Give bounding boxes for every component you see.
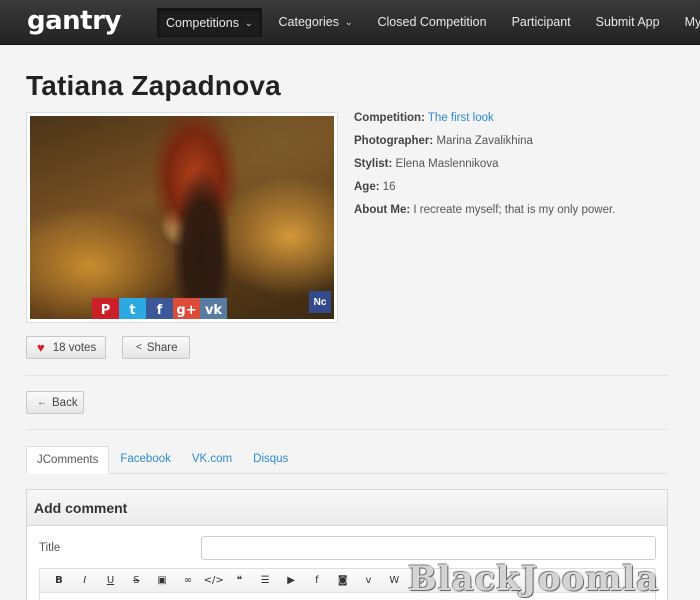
social-share-strip: Pt f g+ vk — [92, 298, 227, 319]
about-label: About Me: — [354, 204, 411, 216]
photographer-value: Marina Zavalikhina — [436, 135, 533, 147]
instagram-icon[interactable]: ◙ — [330, 575, 356, 586]
nav-item-my-apps[interactable]: My Apps — [677, 8, 700, 37]
age-label: Age: — [354, 181, 380, 193]
about-row: About Me: I recreate myself; that is my … — [354, 204, 684, 217]
link-icon[interactable]: ∞ — [175, 575, 201, 586]
arrow-left-icon: ← — [37, 397, 47, 408]
share-label: Share — [146, 341, 178, 354]
nav-item-label: Submit App — [595, 15, 660, 29]
nav-item-label: My Apps — [684, 15, 700, 29]
strikethrough-icon[interactable]: S — [123, 575, 149, 586]
competition-link[interactable]: The first look — [428, 112, 494, 124]
underline-icon[interactable]: U — [98, 575, 124, 586]
nav-item-label: Participant — [511, 15, 571, 29]
nav-item-closed-competition[interactable]: Closed Competition — [370, 8, 495, 37]
vote-count: 18 votes — [52, 341, 97, 354]
code-icon[interactable]: </> — [201, 575, 227, 586]
photographer-row: Photographer: Marina Zavalikhina — [354, 135, 684, 148]
contestant-photo[interactable]: Pt f g+ vk Nc — [30, 116, 334, 319]
add-comment-panel: Add comment Title B I U S ▣ ∞ </> ❝ ☰ ▶ f ◙ v W ☺ — [26, 489, 668, 600]
chevron-down-icon: ⌄ — [344, 17, 353, 28]
nc-badge[interactable]: Nc — [309, 291, 331, 313]
photo-frame: Pt f g+ vk Nc — [26, 112, 338, 323]
facebook-icon[interactable]: f — [304, 575, 330, 586]
vimeo-icon[interactable]: v — [356, 575, 382, 586]
tab-disqus[interactable]: Disqus — [243, 446, 298, 474]
nav-item-label: Closed Competition — [377, 15, 487, 29]
youtube-icon[interactable]: ▶ — [278, 575, 304, 586]
facebook-icon[interactable]: f — [146, 298, 173, 319]
smiley-icon[interactable]: ☺ — [407, 575, 433, 586]
twitter-icon[interactable]: t — [119, 298, 146, 319]
nav-item-label: Competitions — [166, 16, 239, 30]
back-label: Back — [52, 396, 78, 409]
competition-row: Competition: The first look — [354, 112, 684, 125]
divider — [26, 375, 668, 376]
share-button[interactable]: < Share — [122, 336, 190, 359]
nav-item-competitions[interactable]: Competitions ⌄ — [157, 8, 262, 37]
comment-editor[interactable]: B I U S ▣ ∞ </> ❝ ☰ ▶ f ◙ v W ☺ — [39, 568, 656, 600]
quote-icon[interactable]: ❝ — [227, 575, 253, 586]
back-button[interactable]: ← Back — [26, 391, 84, 414]
site-logo[interactable]: gantry — [27, 6, 121, 36]
about-value: I recreate myself; that is my only power… — [413, 204, 616, 216]
google-plus-icon[interactable]: g+ — [173, 298, 200, 319]
top-navbar: gantry Competitions ⌄ Categories ⌄ Closed Co… — [0, 0, 700, 45]
age-row: Age: 16 — [354, 181, 684, 194]
main-nav: Competitions ⌄ Categories ⌄ Closed Competiti… — [157, 8, 700, 37]
vk-icon[interactable]: vk — [200, 298, 227, 319]
stylist-label: Stylist: — [354, 158, 393, 170]
nav-item-categories[interactable]: Categories ⌄ — [271, 8, 361, 37]
italic-icon[interactable]: I — [72, 575, 98, 586]
page-title: Tatiana Zapadnova — [26, 70, 281, 101]
list-icon[interactable]: ☰ — [252, 575, 278, 586]
bold-icon[interactable]: B — [46, 575, 72, 586]
wiki-icon[interactable]: W — [381, 575, 407, 586]
editor-toolbar: B I U S ▣ ∞ </> ❝ ☰ ▶ f ◙ v W ☺ — [40, 569, 655, 593]
tab-vk-com[interactable]: VK.com — [182, 446, 242, 474]
comment-title-input[interactable] — [201, 536, 656, 560]
chevron-down-icon: ⌄ — [244, 18, 253, 29]
tab-jcomments[interactable]: JComments — [26, 446, 110, 474]
stylist-value: Elena Maslennikova — [395, 158, 499, 170]
photographer-label: Photographer: — [354, 135, 434, 147]
tab-facebook[interactable]: Facebook — [110, 446, 181, 474]
title-label: Title — [39, 542, 61, 554]
add-comment-heading: Add comment — [27, 490, 667, 526]
nav-item-label: Categories — [278, 15, 339, 29]
age-value: 16 — [382, 181, 396, 193]
divider — [26, 429, 668, 430]
contestant-details: Competition: The first look Photographer… — [354, 112, 684, 227]
heart-icon: ♥ — [37, 340, 45, 355]
vote-button[interactable]: ♥ 18 votes — [26, 336, 106, 359]
share-icon: < — [136, 342, 142, 353]
competition-label: Competition: — [354, 112, 425, 124]
comment-tabs: JComments Facebook VK.com Disqus — [26, 446, 668, 474]
nav-item-submit-app[interactable]: Submit App — [588, 8, 668, 37]
stylist-row: Stylist: Elena Maslennikova — [354, 158, 684, 171]
nav-item-participant[interactable]: Participant — [504, 8, 579, 37]
image-icon[interactable]: ▣ — [149, 575, 175, 586]
pinterest-icon[interactable]: P — [92, 298, 119, 319]
